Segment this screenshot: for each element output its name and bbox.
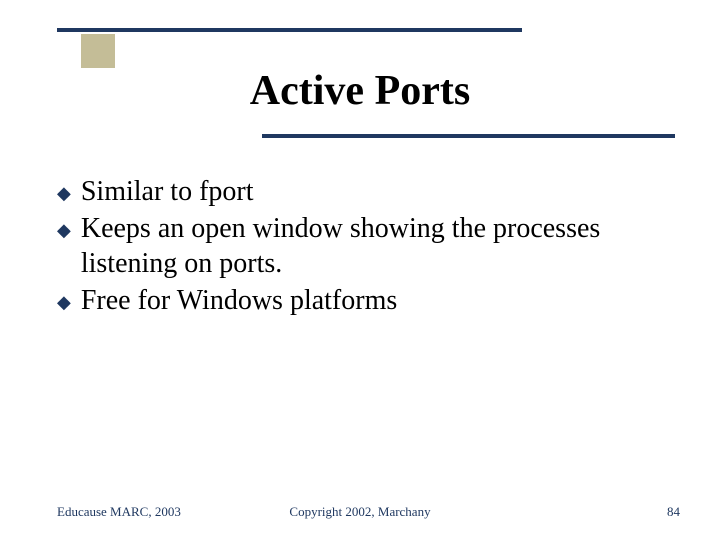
bullet-text: Free for Windows platforms [81, 283, 397, 318]
accent-square [81, 34, 115, 68]
footer-center: Copyright 2002, Marchany [0, 504, 720, 520]
slide-title: Active Ports [0, 67, 720, 115]
diamond-bullet-icon: ◆ [57, 293, 71, 311]
diamond-bullet-icon: ◆ [57, 221, 71, 239]
slide: Active Ports ◆ Similar to fport ◆ Keeps … [0, 0, 720, 540]
list-item: ◆ Keeps an open window showing the proce… [57, 211, 667, 281]
slide-number: 84 [667, 504, 680, 520]
bullet-list: ◆ Similar to fport ◆ Keeps an open windo… [57, 174, 667, 320]
bullet-text: Keeps an open window showing the process… [81, 211, 667, 281]
diamond-bullet-icon: ◆ [57, 184, 71, 202]
list-item: ◆ Similar to fport [57, 174, 667, 209]
bullet-text: Similar to fport [81, 174, 254, 209]
mid-rule [262, 134, 675, 138]
list-item: ◆ Free for Windows platforms [57, 283, 667, 318]
top-rule [57, 28, 522, 32]
